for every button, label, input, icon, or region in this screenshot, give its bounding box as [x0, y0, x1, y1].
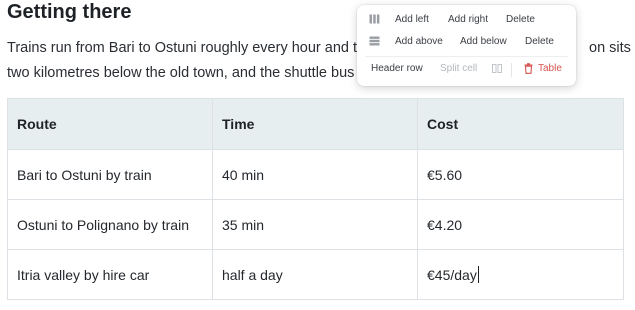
table-tools-menu: Add left Add right Delete Add above Add … — [357, 5, 576, 86]
paragraph-line-1-tail: on sits — [589, 40, 631, 56]
section-heading: Getting there — [7, 1, 132, 23]
row-icon — [369, 36, 380, 46]
merge-cells-icon[interactable] — [492, 64, 502, 73]
table-cell[interactable]: €5.60 — [417, 149, 624, 200]
table-cell[interactable]: Bari to Ostuni by train — [7, 149, 213, 200]
table-header-row: Route Time Cost — [7, 98, 624, 150]
table-cell[interactable]: €4.20 — [417, 199, 624, 250]
row-actions-row: Add above Add below Delete — [357, 31, 576, 53]
editor-page: Getting there Trains run from Bari to Os… — [0, 0, 635, 310]
table-actions-row: Header row Split cell Table — [357, 58, 576, 80]
column-icon — [369, 14, 380, 24]
table-row: Itria valley by hire car half a day €45/… — [7, 249, 624, 300]
menu-vertical-divider — [511, 63, 512, 77]
delete-row-button[interactable]: Delete — [525, 36, 554, 47]
split-cell-button[interactable]: Split cell — [440, 63, 477, 74]
add-column-left-button[interactable]: Add left — [395, 14, 429, 25]
column-actions-row: Add left Add right Delete — [357, 9, 576, 31]
delete-table-button[interactable]: Table — [538, 63, 562, 74]
add-row-above-button[interactable]: Add above — [395, 36, 443, 47]
active-cell-text: €45/day — [427, 267, 477, 283]
table-row: Ostuni to Polignano by train 35 min €4.2… — [7, 199, 624, 250]
paragraph-line-1-text: Trains run from Bari to Ostuni roughly e… — [7, 40, 358, 56]
add-row-below-button[interactable]: Add below — [460, 36, 507, 47]
header-row-toggle[interactable]: Header row — [371, 63, 423, 74]
table-header-cell[interactable]: Route — [7, 98, 213, 150]
table-header-cell[interactable]: Time — [212, 98, 418, 150]
text-caret — [477, 266, 479, 283]
table-cell[interactable]: half a day — [212, 249, 418, 300]
table-cell[interactable]: 35 min — [212, 199, 418, 250]
table-header-cell[interactable]: Cost — [417, 98, 624, 150]
table-cell[interactable]: 40 min — [212, 149, 418, 200]
table-cell-active[interactable]: €45/day — [417, 249, 624, 300]
data-table: Route Time Cost Bari to Ostuni by train … — [7, 98, 624, 300]
delete-column-button[interactable]: Delete — [506, 14, 535, 25]
add-column-right-button[interactable]: Add right — [448, 14, 488, 25]
table-row: Bari to Ostuni by train 40 min €5.60 — [7, 149, 624, 200]
menu-divider — [365, 56, 568, 57]
table-cell[interactable]: Itria valley by hire car — [7, 249, 213, 300]
trash-icon — [524, 63, 533, 74]
table-cell[interactable]: Ostuni to Polignano by train — [7, 199, 213, 250]
